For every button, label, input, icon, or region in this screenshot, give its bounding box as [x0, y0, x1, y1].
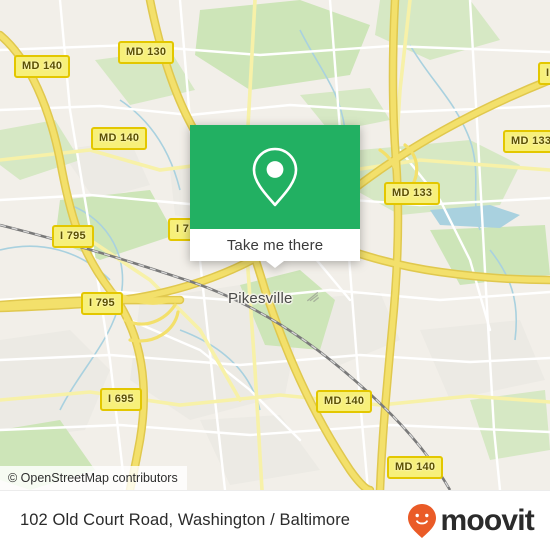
moovit-logo[interactable]: moovit [407, 503, 535, 539]
map-screenshot-page: Pikesville MD 140 MD 130 MD 140 MD 133 M… [0, 0, 550, 550]
road-shield-md-133-center: MD 133 [384, 182, 441, 205]
callout-header [190, 125, 360, 229]
take-me-there-button[interactable]: Take me there [190, 229, 360, 268]
moovit-wordmark: moovit [440, 503, 534, 537]
moovit-pin-logo-icon [408, 503, 437, 538]
road-shield-md-140-north: MD 140 [91, 127, 148, 150]
map-attribution[interactable]: © OpenStreetMap contributors [0, 466, 187, 490]
callout-tail [266, 261, 284, 268]
address-label: 102 Old Court Road, Washington / Baltimo… [20, 511, 351, 529]
road-shield-i-695: I 695 [100, 388, 142, 411]
road-shield-i-795-upper: I 795 [52, 225, 94, 248]
take-me-there-label: Take me there [226, 236, 324, 254]
road-shield-clipped-right-edge: I [538, 62, 550, 85]
road-shield-md-140-south: MD 140 [316, 390, 373, 413]
road-shield-md-130-north: MD 130 [118, 41, 175, 64]
destination-callout-card[interactable]: Take me there [190, 125, 360, 268]
map-pin-icon [252, 147, 298, 207]
road-shield-md-133-east: MD 133 [503, 130, 550, 153]
footer-bar: 102 Old Court Road, Washington / Baltimo… [0, 490, 550, 550]
road-shield-md-140-northwest: MD 140 [14, 55, 71, 78]
airport-icon [307, 291, 319, 303]
map-viewport[interactable]: Pikesville MD 140 MD 130 MD 140 MD 133 M… [0, 0, 550, 490]
road-shield-i-795-lower: I 795 [81, 292, 123, 315]
place-label-pikesville: Pikesville [228, 290, 293, 307]
road-shield-md-140-southeast: MD 140 [387, 456, 444, 479]
